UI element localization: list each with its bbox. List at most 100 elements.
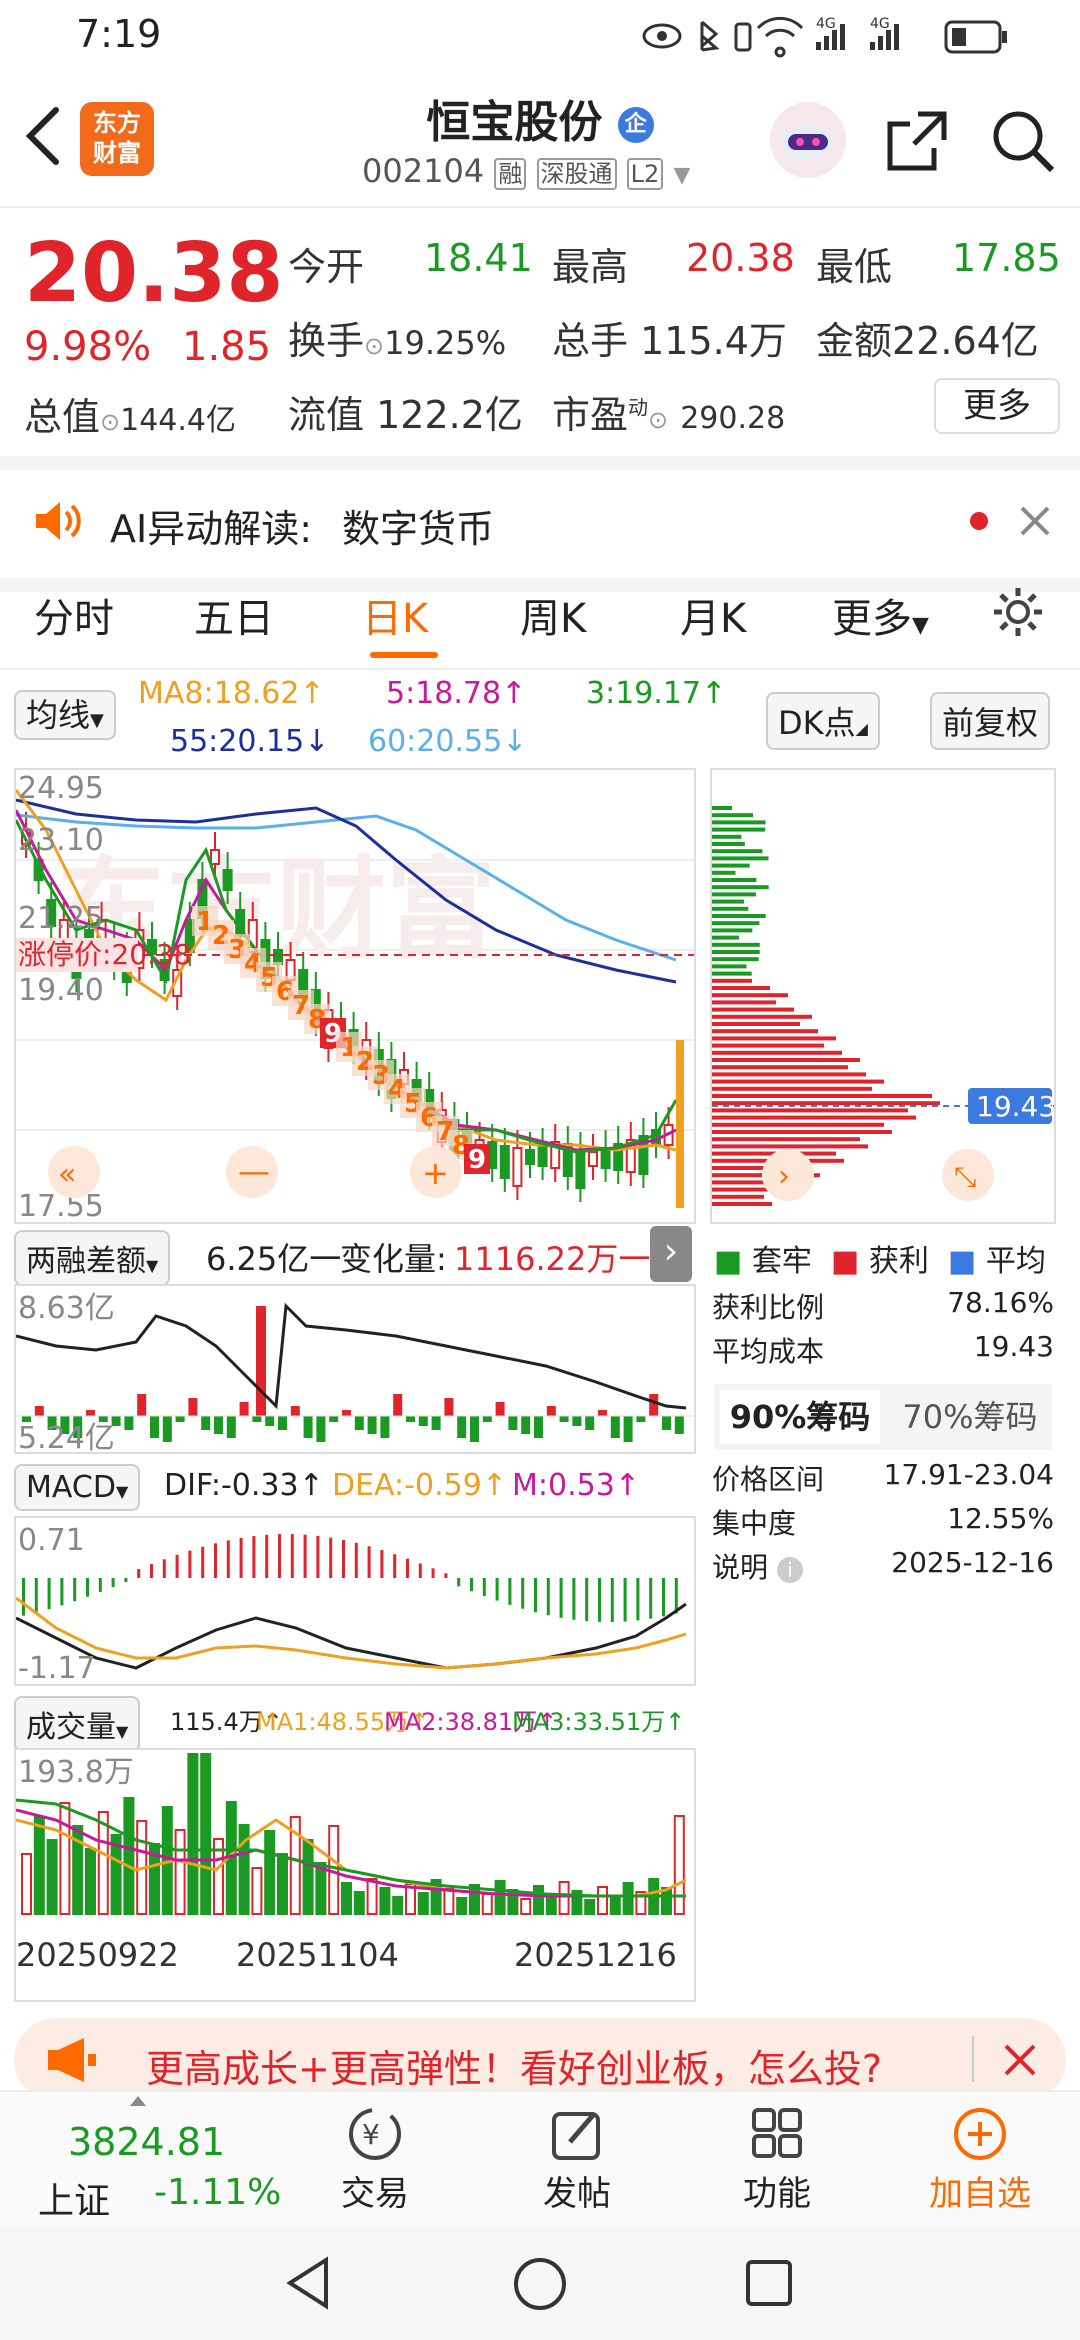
macd-bar [188, 1550, 192, 1578]
svg-text:0.71: 0.71 [18, 1523, 85, 1558]
index-name[interactable]: 上证 [38, 2172, 110, 2224]
ad-close-icon[interactable] [1002, 2042, 1038, 2078]
adjust-mode-button[interactable]: 前复权 [930, 692, 1051, 750]
close-icon[interactable] [1018, 504, 1052, 538]
volume-bar [341, 1882, 352, 1915]
index-change[interactable]: -1.11% [154, 2172, 281, 2213]
candle-body [575, 1149, 586, 1189]
search-icon[interactable] [990, 108, 1056, 174]
chip-bar [712, 1007, 794, 1012]
status-icons: 4G 4G [642, 16, 1007, 58]
macd-bar [482, 1578, 486, 1597]
tab-weekly-k[interactable]: 周K [520, 586, 586, 644]
margin-bar [534, 1416, 543, 1438]
macd-bar [329, 1537, 333, 1578]
chip-bar [712, 1079, 884, 1084]
margin-bar [162, 1416, 172, 1442]
tab-70-chips[interactable]: 70%筹码 [890, 1390, 1050, 1444]
macd-bar [22, 1578, 25, 1616]
nav-trade[interactable]: ¥ 交易 [330, 2106, 420, 2215]
macd-bar [662, 1578, 665, 1617]
tab-more[interactable]: 更多▼ [832, 586, 929, 644]
macd-bar [252, 1536, 256, 1578]
nav-home-icon[interactable] [512, 2256, 568, 2312]
margin-bar [201, 1416, 211, 1430]
nav-back-icon[interactable] [284, 2256, 334, 2310]
chip-bar [712, 813, 754, 818]
dropdown-icon[interactable]: ▼ [673, 163, 690, 188]
index-value[interactable]: 3824.81 [68, 2120, 225, 2164]
chip-bar [712, 1043, 824, 1048]
robot-avatar-icon[interactable] [768, 100, 848, 180]
volume-bar [200, 1753, 212, 1915]
margin-bar [175, 1416, 185, 1422]
volume-bar [187, 1753, 199, 1915]
nav-recents-icon[interactable] [744, 2258, 794, 2308]
share-icon[interactable] [884, 108, 950, 174]
svg-text:21.25: 21.25 [18, 901, 104, 936]
tab-intraday[interactable]: 分时 [34, 586, 114, 644]
settings-gear-icon[interactable] [990, 584, 1046, 640]
margin-bar [367, 1416, 377, 1434]
margin-bar [150, 1416, 159, 1438]
tab-daily-k[interactable]: 日K [362, 586, 428, 644]
nav-add-watchlist[interactable]: 加自选 [920, 2106, 1040, 2215]
volume-bar [545, 1894, 557, 1915]
margin-chart[interactable]: 8.63亿 5.24亿 [14, 1284, 696, 1454]
dk-point-button[interactable]: DK点◢ [766, 692, 880, 750]
margin-bar [86, 1410, 95, 1416]
nav-post[interactable]: 发帖 [532, 2106, 622, 2215]
macd-bar [316, 1535, 320, 1578]
margin-bar [316, 1416, 326, 1442]
macd-dea: DEA:-0.59↑ [332, 1468, 507, 1503]
macd-bar [559, 1578, 563, 1618]
status-bar: 7:19 4G 4G [0, 0, 1080, 72]
margin-bar [649, 1394, 659, 1416]
wifi-icon [756, 16, 804, 58]
margin-bar [470, 1416, 479, 1442]
macd-bar [226, 1540, 230, 1578]
trade-icon: ¥ [349, 2108, 401, 2160]
margin-next-button[interactable]: › [650, 1226, 692, 1282]
volume-selector[interactable]: 成交量▼ [14, 1696, 141, 1752]
chip-bar [712, 1050, 842, 1055]
volume-bar [302, 1839, 314, 1915]
nav-function[interactable]: 功能 [732, 2106, 822, 2215]
candle-body [588, 1151, 598, 1167]
margin-selector[interactable]: 两融差额▼ [14, 1230, 171, 1286]
svg-text:4G: 4G [816, 16, 836, 32]
open-label: 今开 [288, 245, 365, 289]
volume-chart[interactable]: 193.8万 20250922 20251104 20251216 [14, 1748, 696, 2002]
macd-selector[interactable]: MACD▼ [14, 1464, 141, 1511]
tag-l2: L2 [626, 158, 664, 190]
chip-bar [712, 942, 760, 947]
ma60-legend: 60:20.55↓ [368, 724, 528, 759]
macd-bar [239, 1537, 243, 1578]
chip-bar [712, 1036, 836, 1041]
more-button[interactable]: 更多 [934, 378, 1060, 434]
svg-text:20250922: 20250922 [16, 1936, 179, 1974]
chip-bar [712, 892, 756, 897]
svg-text:+: + [422, 1154, 449, 1192]
expand-icon[interactable] [130, 2096, 146, 2106]
ma-selector[interactable]: 均线▼ [14, 690, 116, 740]
tab-90-chips[interactable]: 90%筹码 [720, 1390, 880, 1444]
macd-bar [137, 1569, 141, 1578]
tab-monthly-k[interactable]: 月K [680, 586, 746, 644]
chip-bar [712, 1094, 932, 1098]
date-axis: 20250922 20251104 20251216 [16, 1936, 677, 1974]
chip-distribution-chart[interactable]: 19.43 › ⤡ [710, 768, 1056, 1224]
macd-chart[interactable]: 0.71 -1.17 [14, 1516, 696, 1686]
volume-bar [443, 1888, 455, 1915]
margin-bar [610, 1416, 620, 1438]
svg-text:4G: 4G [870, 16, 890, 32]
kline-chart[interactable]: 东方财富 涨停价:20.38 24.95 23.10 21.25 19.40 1… [14, 768, 696, 1224]
chip-bar [712, 1022, 800, 1026]
macd-bar [162, 1559, 166, 1578]
macd-bar [431, 1568, 435, 1578]
chip-bar [712, 993, 788, 998]
macd-bar [342, 1539, 345, 1578]
tab-five-day[interactable]: 五日 [194, 586, 274, 644]
volume-bar [277, 1853, 288, 1915]
chip-bar [712, 1086, 872, 1091]
